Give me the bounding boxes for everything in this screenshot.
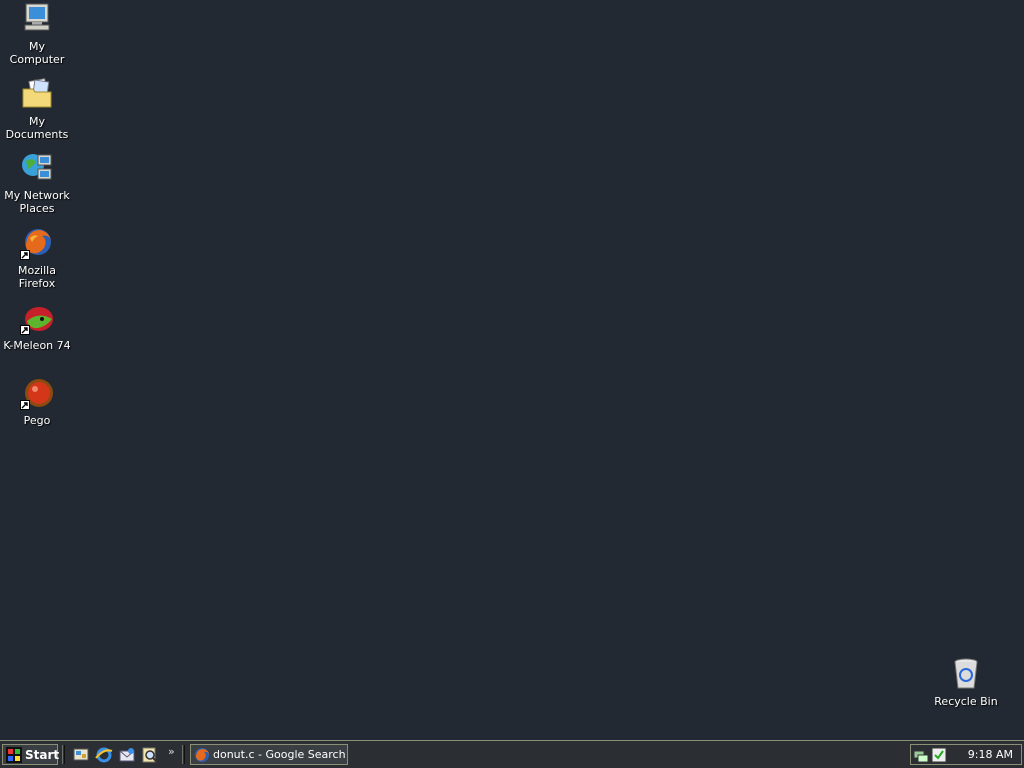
taskbar: Start » donut.c - Google Search 9:18 AM (0, 740, 1024, 768)
taskbar-separator (182, 745, 185, 764)
task-button-label: donut.c - Google Search -... (213, 748, 347, 761)
desktop-icon-label: My Documents (5, 115, 69, 141)
desktop-icon-label: Recycle Bin (934, 695, 998, 708)
desktop-icon-pego[interactable]: Pego (0, 376, 74, 427)
start-label: Start (25, 747, 60, 762)
desktop-icon-label: Mozilla Firefox (18, 264, 56, 290)
quick-launch-more-button[interactable]: » (168, 745, 175, 758)
desktop-icon-my-network-places[interactable]: My Network Places (0, 151, 74, 215)
security-icon[interactable] (931, 747, 947, 763)
start-button[interactable]: Start (2, 744, 60, 765)
pego-icon (20, 376, 54, 410)
system-tray: 9:18 AM (910, 744, 1022, 765)
internet-explorer-icon[interactable] (95, 746, 113, 764)
kmeleon-icon (20, 301, 54, 335)
show-desktop-icon[interactable] (72, 746, 90, 764)
desktop: My Computer My Documents My Network Plac… (0, 0, 1024, 740)
windows-flag-icon (6, 746, 22, 763)
desktop-icon-my-documents[interactable]: My Documents (0, 77, 74, 141)
desktop-icon-my-computer[interactable]: My Computer (0, 2, 74, 66)
network-icon[interactable] (913, 747, 929, 763)
firefox-icon (20, 226, 54, 260)
computer-icon (20, 2, 54, 36)
taskbar-separator (62, 745, 65, 764)
shortcut-arrow-icon (20, 250, 30, 260)
recycle-bin-icon (949, 657, 983, 691)
clock[interactable]: 9:18 AM (968, 748, 1013, 761)
outlook-express-icon[interactable] (118, 746, 136, 764)
search-icon[interactable] (141, 746, 159, 764)
task-button-firefox[interactable]: donut.c - Google Search -... (190, 744, 348, 765)
desktop-icon-label: K-Meleon 74 (3, 339, 71, 352)
firefox-icon (194, 747, 210, 763)
desktop-icon-mozilla-firefox[interactable]: Mozilla Firefox (0, 226, 74, 290)
desktop-icon-label: My Computer (9, 40, 65, 66)
network-places-icon (20, 151, 54, 185)
desktop-icon-recycle-bin[interactable]: Recycle Bin (929, 657, 1003, 708)
shortcut-arrow-icon (20, 325, 30, 335)
documents-folder-icon (20, 77, 54, 111)
shortcut-arrow-icon (20, 400, 30, 410)
desktop-icon-kmeleon[interactable]: K-Meleon 74 (0, 301, 74, 352)
desktop-icon-label: My Network Places (4, 189, 70, 215)
desktop-icon-label: Pego (23, 414, 51, 427)
